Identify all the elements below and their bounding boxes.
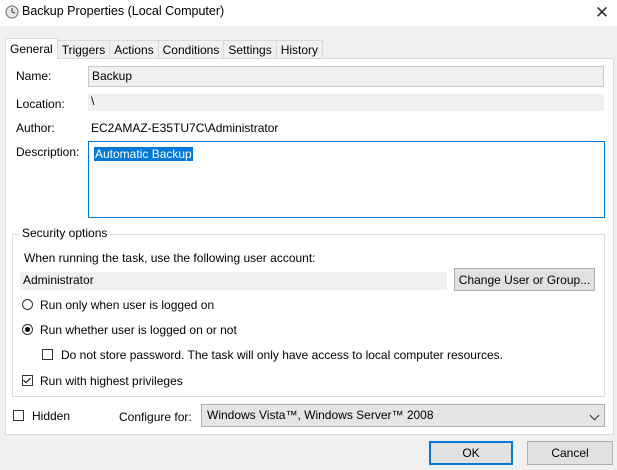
description-textarea[interactable]: Automatic Backup: [88, 141, 605, 218]
tab-triggers[interactable]: Triggers: [56, 40, 111, 59]
highest-privileges-label[interactable]: Run with highest privileges: [40, 374, 183, 388]
highest-privileges-checkbox[interactable]: [22, 375, 33, 386]
description-label: Description:: [16, 145, 80, 159]
chevron-down-icon: [589, 410, 600, 421]
configure-for-label: Configure for:: [119, 410, 192, 424]
window-title: Backup Properties (Local Computer): [22, 4, 225, 18]
location-label: Location:: [16, 97, 65, 111]
general-tab-panel: Name: Backup Location: \ Author: EC2AMAZ…: [5, 58, 614, 435]
do-not-store-password-label[interactable]: Do not store password. The task will onl…: [61, 348, 503, 362]
radio-logged-on-only[interactable]: [22, 299, 33, 310]
hidden-checkbox[interactable]: [13, 410, 24, 421]
configure-for-value: Windows Vista™, Windows Server™ 2008: [207, 408, 434, 422]
cancel-button[interactable]: Cancel: [527, 441, 613, 465]
name-field[interactable]: Backup: [88, 66, 604, 87]
author-value: EC2AMAZ-E35TU7C\Administrator: [91, 121, 279, 135]
radio-whether-logged-on[interactable]: [22, 324, 33, 335]
tab-general[interactable]: General: [5, 38, 58, 59]
security-options-title: Security options: [20, 226, 110, 240]
tab-history[interactable]: History: [275, 40, 324, 59]
user-account-field: Administrator: [20, 272, 447, 290]
tab-strip: General Triggers Actions Conditions Sett…: [5, 38, 324, 59]
tab-settings[interactable]: Settings: [223, 40, 277, 59]
description-text: Automatic Backup: [94, 147, 193, 161]
do-not-store-password-checkbox[interactable]: [42, 349, 53, 360]
change-user-button[interactable]: Change User or Group...: [454, 268, 595, 291]
tab-conditions[interactable]: Conditions: [157, 40, 225, 59]
name-label: Name:: [16, 69, 52, 83]
task-properties-window: Backup Properties (Local Computer) ✕ Gen…: [0, 0, 617, 470]
radio-whether-logged-on-label[interactable]: Run whether user is logged on or not: [40, 323, 237, 337]
clock-icon: [5, 5, 19, 19]
author-label: Author:: [16, 121, 55, 135]
location-field: \: [88, 94, 604, 111]
ok-button[interactable]: OK: [429, 441, 513, 465]
configure-for-dropdown[interactable]: Windows Vista™, Windows Server™ 2008: [201, 404, 605, 427]
account-prompt: When running the task, use the following…: [24, 251, 316, 265]
hidden-label[interactable]: Hidden: [32, 409, 70, 423]
close-icon: ✕: [594, 3, 610, 22]
title-bar: Backup Properties (Local Computer) ✕: [0, 0, 617, 26]
tab-actions[interactable]: Actions: [109, 40, 159, 59]
radio-logged-on-only-label[interactable]: Run only when user is logged on: [40, 298, 214, 312]
close-button[interactable]: ✕: [587, 0, 617, 26]
